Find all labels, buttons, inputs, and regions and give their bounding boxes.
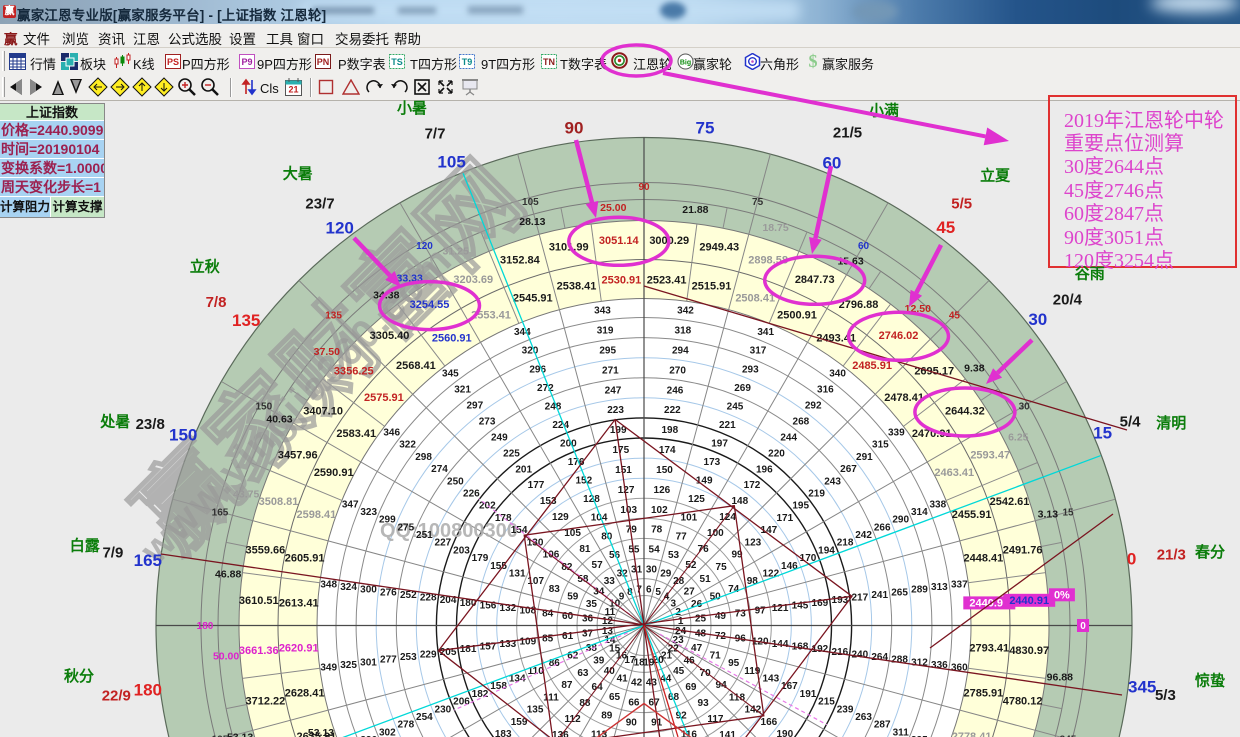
svg-text:Big: Big — [680, 60, 691, 67]
svg-text:$: $ — [809, 51, 818, 71]
svg-text:21: 21 — [288, 85, 298, 95]
svg-text:P9: P9 — [241, 57, 252, 67]
svg-text:TN: TN — [543, 57, 555, 67]
svg-text:PS: PS — [167, 57, 179, 67]
svg-text:TS: TS — [391, 57, 403, 67]
svg-text:PN: PN — [317, 57, 330, 67]
svg-text:T9: T9 — [462, 57, 473, 67]
